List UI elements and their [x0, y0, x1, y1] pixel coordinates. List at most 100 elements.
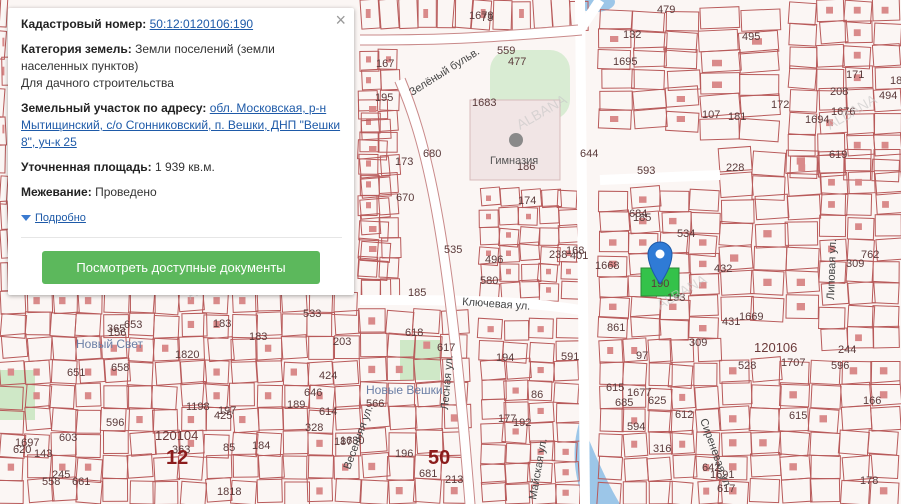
- parcel-info-panel: × Кадастровый номер: 50:12:0120106:190 К…: [8, 8, 354, 295]
- parcel-number: 762: [861, 249, 879, 261]
- building-footprint: [537, 326, 544, 333]
- building-footprint: [729, 439, 737, 447]
- cadastral-number-link[interactable]: 50:12:0120106:190: [150, 17, 253, 31]
- building-footprint: [562, 469, 569, 476]
- parcel-number: 1695: [613, 56, 637, 68]
- parcel-number: 183: [213, 318, 231, 330]
- building-footprint: [881, 6, 889, 14]
- district-number: 12: [166, 447, 188, 469]
- building-footprint: [486, 195, 491, 201]
- building-footprint: [316, 487, 323, 495]
- parcel-number: 203: [333, 336, 351, 348]
- building-footprint: [763, 278, 772, 286]
- building-footprint: [730, 254, 739, 262]
- parcel-number: 1669: [739, 311, 763, 323]
- view-documents-button[interactable]: Посмотреть доступные документы: [42, 251, 320, 284]
- building-footprint: [395, 487, 403, 495]
- parcel-number: 617: [437, 342, 455, 354]
- building-footprint: [395, 365, 403, 374]
- building-footprint: [136, 416, 143, 424]
- building-footprint: [676, 116, 685, 122]
- building-footprint: [2, 66, 5, 76]
- building-footprint: [264, 392, 272, 400]
- parcel-number: 85: [223, 442, 235, 454]
- building-footprint: [699, 239, 707, 246]
- parcel-number: 680: [423, 148, 441, 160]
- building-footprint: [369, 146, 377, 152]
- parcel-number: 646: [304, 387, 322, 399]
- parcel-number: 612: [675, 409, 693, 421]
- parcel-number: 615: [789, 410, 807, 422]
- parcel-number: 196: [395, 448, 413, 460]
- survey-label: Межевание:: [21, 185, 92, 199]
- parcel-number: 625: [648, 395, 666, 407]
- parcel-number: 1818: [217, 486, 241, 498]
- area-value: 1 939 кв.м.: [154, 160, 215, 174]
- place-label-vesh: Новые Вешки: [366, 383, 443, 397]
- parcel-number: 107: [702, 109, 720, 121]
- parcel-number: 195: [375, 92, 393, 104]
- building-footprint: [506, 268, 511, 275]
- building-footprint: [828, 201, 835, 208]
- district-number: 50: [428, 447, 450, 469]
- building-footprint: [631, 440, 638, 448]
- parcel-number: 495: [742, 31, 760, 43]
- building-footprint: [855, 334, 862, 342]
- building-footprint: [609, 303, 617, 310]
- parcel-number: 533: [303, 308, 321, 320]
- block-label: 120104: [155, 428, 198, 443]
- building-footprint: [759, 439, 767, 447]
- parcel-number: 97: [636, 350, 648, 362]
- details-toggle[interactable]: Подробно: [21, 210, 86, 227]
- cadastral-label: Кадастровый номер:: [21, 17, 147, 31]
- building-footprint: [486, 213, 491, 220]
- parcel-number: 615: [606, 382, 624, 394]
- cadastral-row: Кадастровый номер: 50:12:0120106:190: [21, 16, 342, 33]
- building-footprint: [33, 392, 40, 400]
- building-footprint: [763, 230, 772, 238]
- building-footprint: [566, 268, 571, 275]
- parcel-number: 685: [615, 397, 633, 409]
- building-footprint: [879, 487, 888, 495]
- parcel-number: 670: [396, 192, 414, 204]
- parcel-number: 618: [405, 327, 423, 339]
- building-footprint: [239, 416, 246, 424]
- building-footprint: [855, 178, 862, 186]
- parcel-number: 244: [838, 344, 856, 356]
- building-footprint: [526, 213, 531, 220]
- building-footprint: [423, 9, 429, 18]
- building-footprint: [610, 116, 619, 122]
- category-use: Для дачного строительства: [21, 76, 174, 90]
- building-footprint: [796, 278, 805, 286]
- parcel-number: 494: [879, 90, 897, 102]
- building-footprint: [213, 297, 220, 305]
- building-footprint: [84, 392, 92, 400]
- building-footprint: [368, 317, 376, 325]
- close-icon[interactable]: ×: [335, 11, 346, 29]
- building-footprint: [798, 164, 806, 172]
- building-footprint: [213, 392, 220, 400]
- area-row: Уточненная площадь: 1 939 кв.м.: [21, 159, 342, 176]
- building-footprint: [712, 59, 722, 67]
- school-icon: [509, 133, 523, 147]
- building-footprint: [290, 368, 297, 376]
- survey-value: Проведено: [95, 185, 157, 199]
- details-link[interactable]: Подробно: [35, 210, 86, 227]
- parcel-number: 644: [580, 148, 598, 160]
- parcel-number: 86: [531, 389, 543, 401]
- building-footprint: [699, 260, 707, 268]
- building-footprint: [487, 326, 494, 333]
- parcel-number: 593: [637, 165, 655, 177]
- building-footprint: [639, 239, 647, 246]
- parcel-number: 861: [607, 322, 625, 334]
- building-footprint: [819, 415, 827, 423]
- building-footprint: [679, 440, 686, 448]
- building-footprint: [369, 226, 377, 232]
- building-footprint: [853, 29, 861, 37]
- building-footprint: [881, 141, 889, 149]
- parcel-number: 479: [657, 4, 675, 16]
- building-footprint: [33, 368, 40, 376]
- parcel-number: 580: [480, 275, 498, 287]
- divider: [21, 236, 342, 238]
- building-footprint: [699, 325, 707, 332]
